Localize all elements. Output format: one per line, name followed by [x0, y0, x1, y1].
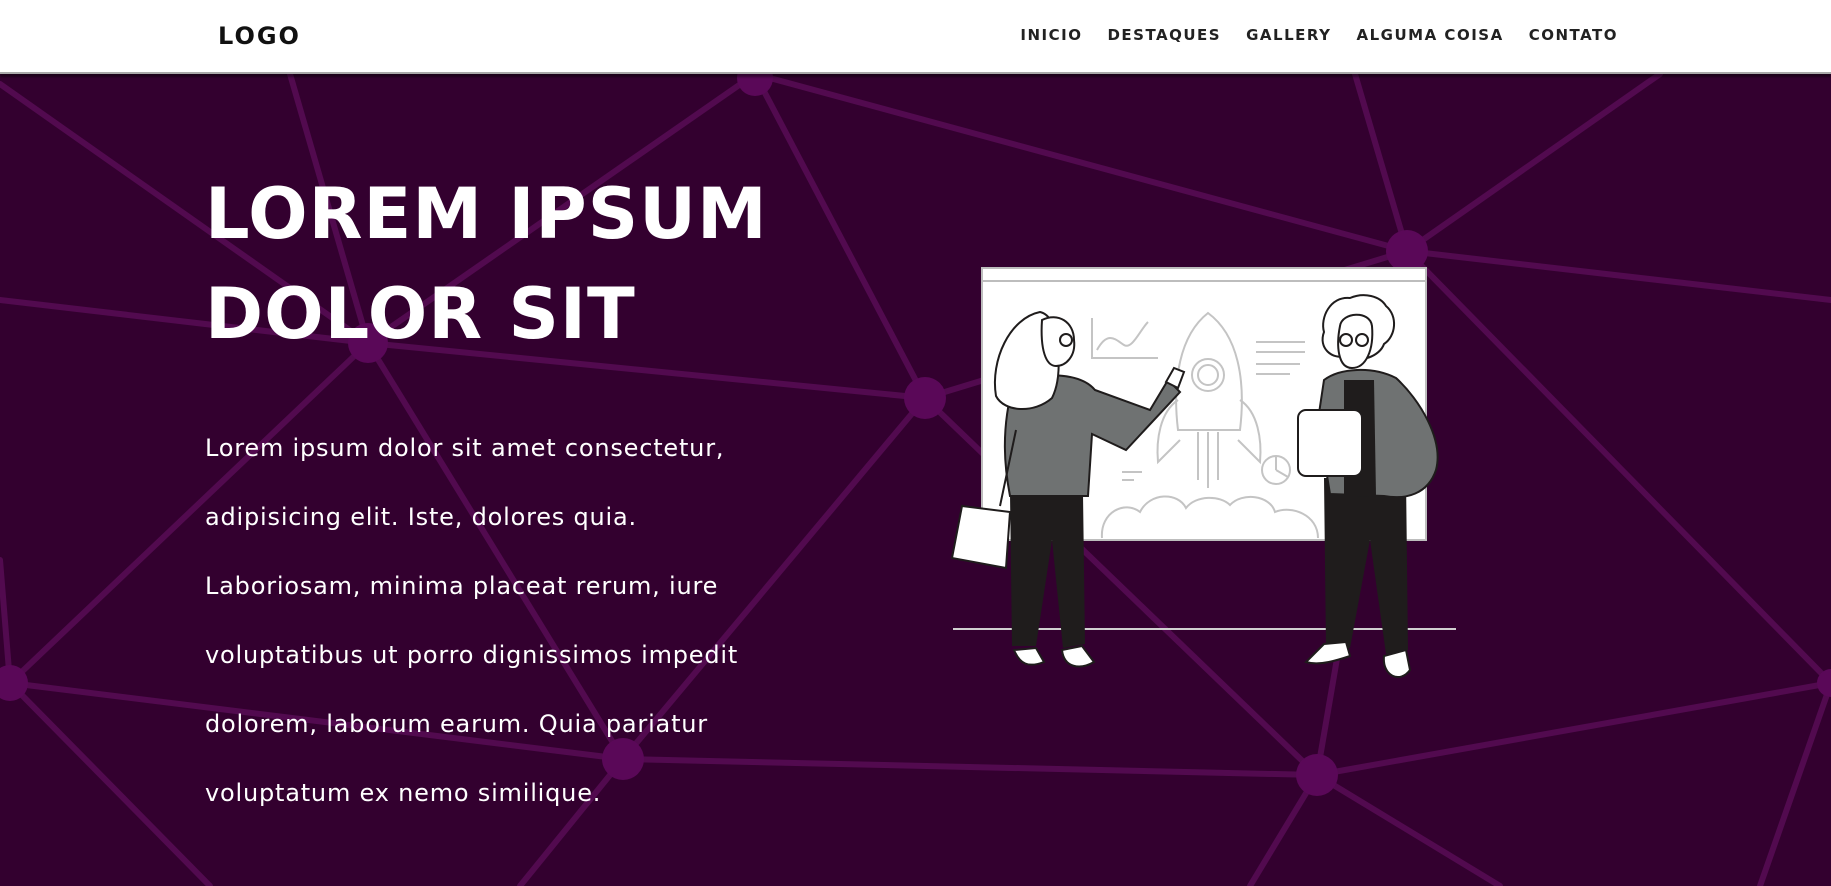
logo[interactable]: LOGO — [218, 22, 301, 50]
main-nav: INICIO DESTAQUES GALLERY ALGUMA COISA CO… — [1020, 26, 1618, 44]
hero-title-line-2: DOLOR SIT — [205, 273, 636, 355]
presentation-illustration — [950, 267, 1456, 678]
nav-link-destaques[interactable]: DESTAQUES — [1107, 26, 1221, 44]
nav-link-inicio[interactable]: INICIO — [1020, 26, 1082, 44]
nav-link-alguma-coisa[interactable]: ALGUMA COISA — [1357, 26, 1504, 44]
hero-title-line-1: LOREM IPSUM — [205, 173, 768, 255]
nav-link-contato[interactable]: CONTATO — [1529, 26, 1618, 44]
site-header: LOGO INICIO DESTAQUES GALLERY ALGUMA COI… — [0, 0, 1831, 74]
hero-title: LOREM IPSUM DOLOR SIT — [205, 164, 768, 364]
nav-link-gallery[interactable]: GALLERY — [1246, 26, 1331, 44]
hero-section: LOREM IPSUM DOLOR SIT Lorem ipsum dolor … — [0, 74, 1831, 886]
hero-paragraph: Lorem ipsum dolor sit amet consectetur, … — [205, 434, 739, 807]
